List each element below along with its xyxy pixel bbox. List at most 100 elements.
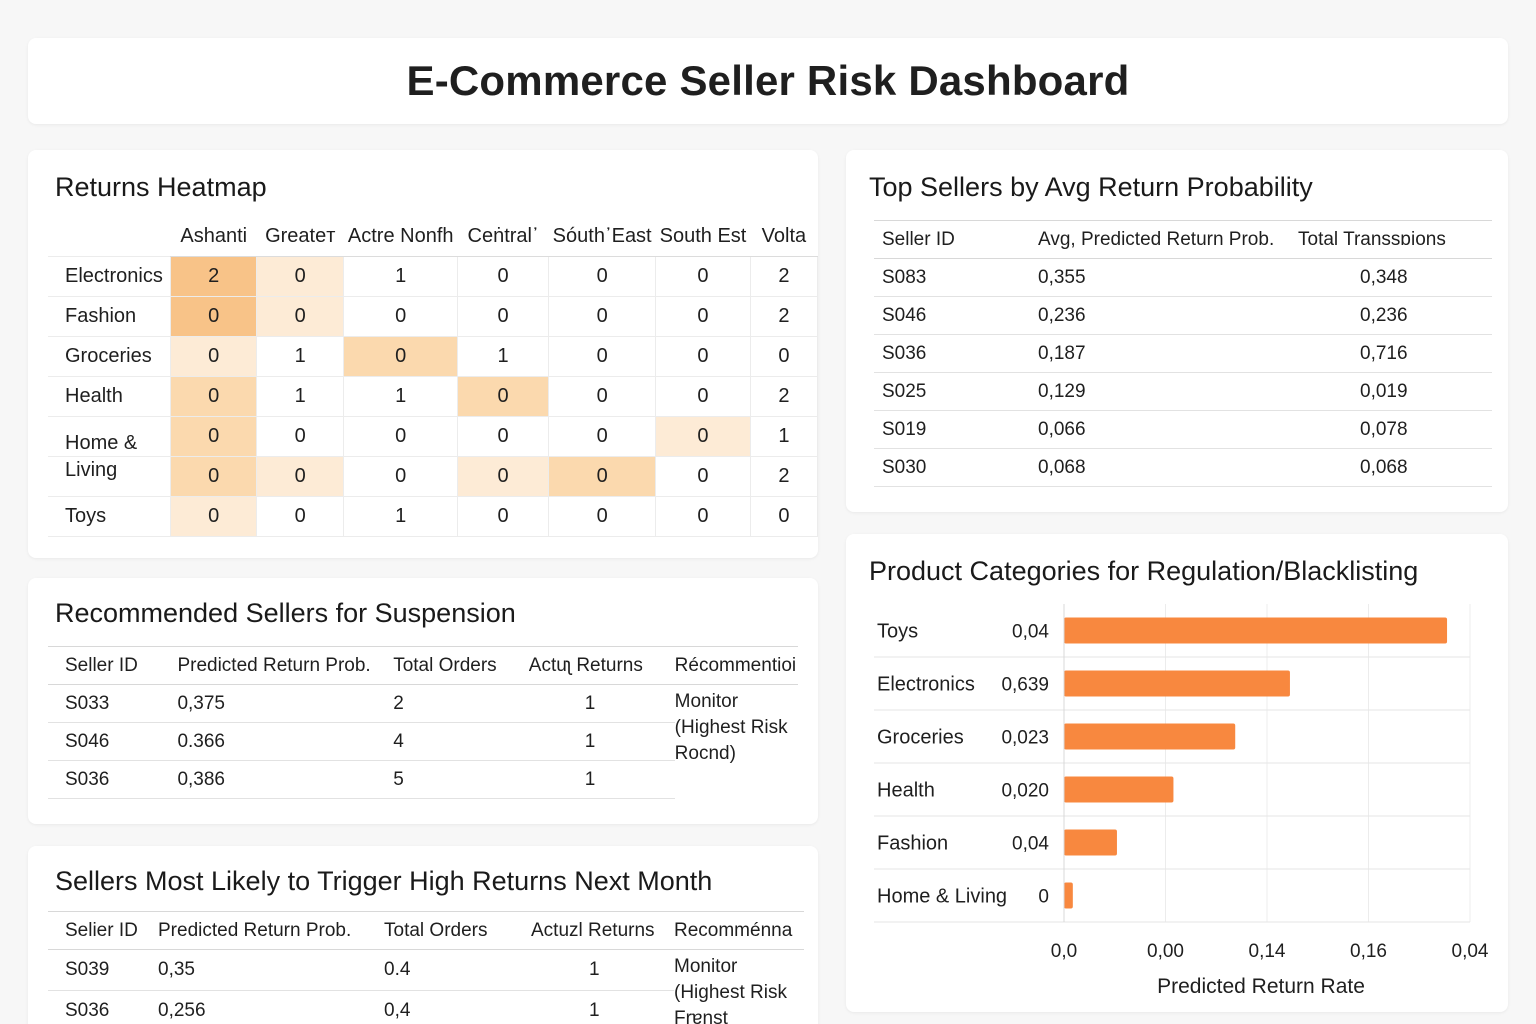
cell-seller-id: S030 [874,448,1038,487]
cell-actual-returns: 1 [528,684,675,723]
category-label: Electronics [877,674,975,696]
col-header-pred-prob: Predicted Return Prob. [158,911,384,950]
bar [1064,776,1174,803]
heatmap-cell: 0 [256,455,345,497]
table-row: S025 0,129 0,019 [874,372,1492,411]
heatmap-cell: 1 [256,375,345,417]
heatmap-cell: 0 [256,255,345,297]
cell-pred-prob: 0.366 [177,722,394,761]
cell-total-transactions: 0,236 [1298,296,1492,335]
returns-heatmap-card: Returns Heatmap Ashanti Greateᴛ Actre No… [28,150,819,558]
cell-avg-prob: 0,129 [1038,372,1298,411]
recommendation-line: Monitor [674,691,739,712]
table-row: S033 0,375 2 1 Monitor (Highest Risk Rocnd) [48,684,798,764]
heatmap-cell: 2 [170,255,258,297]
heatmap-cell: 1 [343,255,459,297]
heatmap-row-label: Groceries [48,335,172,377]
cell-actual-returns: 1 [528,722,675,761]
table-row: S083 0,355 0,348 [874,258,1492,297]
heatmap-col-header: Greateᴛ [256,218,344,257]
heatmap-row: Groceries 0 1 0 1 0 0 0 [48,335,819,377]
heatmap-cell: 0 [655,255,751,297]
cell-total-transactions: 0,348 [1298,258,1492,297]
col-header-avg-prob: Avg, Predicted Return Prob. [1038,220,1298,259]
value-label: 0,04 [1012,622,1049,643]
cell-recommendation: Monitor (Highest Risk Rocnd) [675,685,798,799]
col-header-recommendation: Recomménna [674,911,804,950]
category-label: Health [877,780,935,802]
heatmap-row: Electronics 2 0 1 0 0 0 2 [48,255,819,297]
heatmap-cell: 0 [655,295,751,337]
heatmap-cell: 0 [457,415,550,457]
table-row: S036 0,187 0,716 [874,334,1492,373]
x-axis-label: Predicted Return Rate [1157,975,1365,998]
cell-seller-id: S046 [48,722,178,761]
value-label: 0,023 [1001,728,1049,749]
col-header-total-transactions: Total Transsɒions [1298,220,1492,259]
recommendation-line: Frɐnst [674,1008,728,1024]
heatmap-cell: 0 [170,295,258,337]
heatmap-row: Fashion 0 0 0 0 0 0 2 [48,295,819,337]
next-month-card: Sellers Most Likely to Trigger High Retu… [28,846,818,1024]
heatmap-cell: 0 [256,295,345,337]
bar [1064,829,1117,856]
table-row: S046 0,236 0,236 [874,296,1492,335]
heatmap-col-header: Volta [750,218,818,257]
heatmap-cell: 2 [749,455,819,497]
cell-total-transactions: 0,716 [1298,334,1492,373]
col-header-actual-returns: Actuʅ Returns [528,646,675,685]
heatmap-cell: 0 [655,415,751,457]
x-tick-label: 0,00 [1147,941,1184,962]
cell-total-transactions: 0,068 [1298,448,1492,487]
col-header-seller-id: Seller ID [48,646,178,685]
top-sellers-card: Top Sellers by Avg Return Probability Se… [846,150,1508,512]
blacklist-chart-card: Product Categories for Regulation/Blackl… [846,534,1508,1012]
top-sellers-table: Seller ID Avg, Predicted Return Prob. To… [874,220,1492,487]
cell-seller-id: S046 [874,296,1038,335]
heatmap-cell: 0 [343,335,459,377]
next-month-title: Sellers Most Likely to Trigger High Retu… [55,866,713,896]
heatmap-cell: 0 [170,455,258,497]
col-header-seller-id: Seller ID [874,220,1038,259]
heatmap-cell: 0 [457,255,550,297]
heatmap-cell: 0 [655,375,751,417]
heatmap-cell: 2 [749,295,819,337]
next-month-table: Selier ID Predicted Return Prob. Total O… [48,911,804,1024]
col-header-pred-prob: Predicted Return Prob. [177,646,394,685]
cell-avg-prob: 0,066 [1038,410,1298,449]
recommendation-line: Rocnd) [674,743,736,764]
heatmap-row-label: Fashion [48,295,172,337]
bar [1064,882,1073,909]
cell-avg-prob: 0,068 [1038,448,1298,487]
table-row: S019 0,066 0,078 [874,410,1492,449]
heatmap-cell: 0 [655,335,751,377]
recommendation-line: Monitor [674,956,738,977]
heatmap-row: Toys 0 0 1 0 0 0 0 [48,495,819,537]
heatmap-cell: 0 [170,415,258,457]
heatmap-row-label: Living [48,455,172,497]
heatmap-cell: 1 [256,335,345,377]
heatmap-cell: 1 [749,415,819,457]
top-sellers-header-row: Seller ID Avg, Predicted Return Prob. To… [874,220,1492,259]
heatmap-corner [48,218,171,256]
bar-chart: Toys 0,04 Electronics 0,639 Groceries 0,023 He… [874,604,1489,998]
heatmap-cell: 0 [457,295,550,337]
heatmap-cell: 0 [548,415,657,457]
col-header-actual-returns: Actuzl Returns [531,911,674,950]
heatmap-cell: 0 [548,455,657,497]
heatmap-row-label: Health [48,375,172,417]
value-label: 0,020 [1001,781,1049,802]
heatmap-cell: 0 [749,335,819,377]
heatmap-col-header: Actre Nonfh [343,218,458,257]
cell-pred-prob: 0,256 [158,990,384,1024]
cell-seller-id: S033 [48,684,178,723]
heatmap-cell: 0 [457,455,550,497]
heatmap-cell: 0 [749,495,819,537]
heatmap-row-label: Toys [48,495,172,537]
heatmap-cell: 0 [548,255,657,297]
cell-total-orders: 2 [393,684,529,723]
cell-seller-id: S036 [874,334,1038,373]
heatmap-cell: 0 [170,335,258,377]
cell-total-orders: 0,4 [384,990,531,1024]
recommendation-line: (Highest Risk [674,717,788,738]
